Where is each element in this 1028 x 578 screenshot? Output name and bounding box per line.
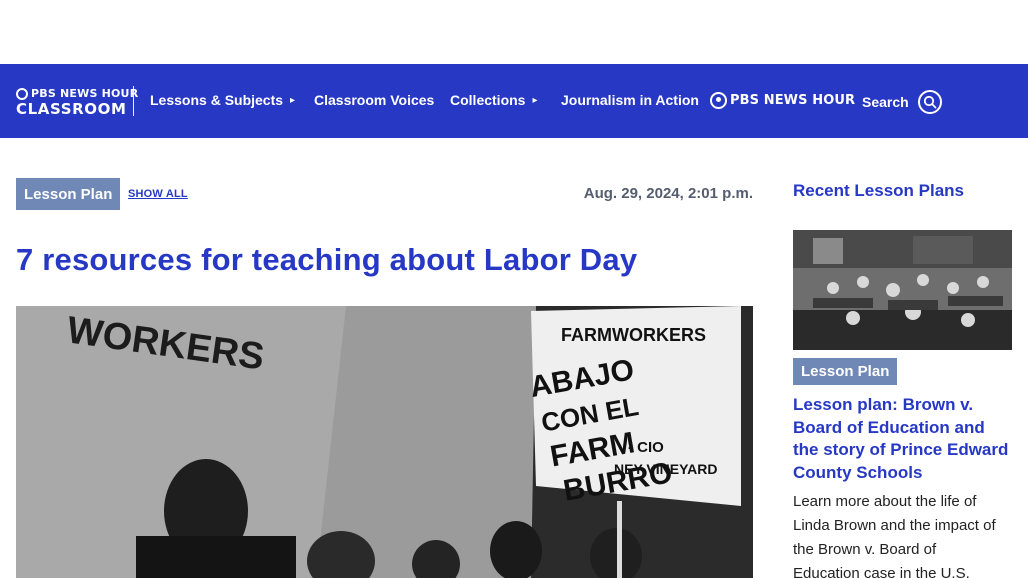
sidebar-title: Recent Lesson Plans: [793, 181, 965, 200]
lesson-thumbnail-image[interactable]: [793, 230, 1012, 350]
show-all-link[interactable]: SHOW ALL: [128, 188, 188, 200]
nav-collections[interactable]: Collections ▸: [450, 92, 538, 108]
search-button[interactable]: Search: [862, 90, 942, 114]
logo-top-text: PBS NEWS HOUR: [31, 87, 139, 100]
pbs-logo-icon: [16, 87, 28, 100]
article-title: 7 resources for teaching about Labor Day: [16, 242, 638, 277]
pbs-news-hour-logo[interactable]: PBS NEWS HOUR: [710, 92, 855, 109]
classroom-logo[interactable]: PBS NEWS HOUR CLASSROOM: [16, 87, 138, 117]
sign-small-1: - CIO: [628, 439, 664, 456]
sign-top-text: FARMWORKERS: [561, 325, 706, 345]
logo-divider: [133, 86, 134, 116]
sidebar-lesson-plan-tag[interactable]: Lesson Plan: [793, 358, 898, 385]
nav-lessons-subjects[interactable]: Lessons & Subjects ▸: [150, 92, 295, 108]
sidebar-lesson-description: Learn more about the life of Linda Brown…: [793, 493, 996, 578]
nav-classroom-voices[interactable]: Classroom Voices: [314, 92, 434, 108]
nav-journalism-label: Journalism in Action: [561, 92, 699, 108]
article-main: Lesson Plan SHOW ALL Aug. 29, 2024, 2:01…: [16, 178, 753, 277]
hero-image: WORKERS FARMWORKERS ABAJO CON EL FARM BU…: [16, 306, 753, 578]
search-label: Search: [862, 94, 909, 110]
partner-logo-text: PBS NEWS HOUR: [730, 93, 856, 108]
article-meta: Lesson Plan SHOW ALL Aug. 29, 2024, 2:01…: [16, 178, 753, 210]
nav-journalism-in-action[interactable]: Journalism in Action: [561, 92, 699, 108]
triangle-right-icon: ▸: [290, 94, 296, 106]
nav-collections-label: Collections: [450, 92, 526, 108]
main-navigation: PBS NEWS HOUR CLASSROOM Lessons & Subjec…: [0, 64, 1028, 138]
ad-banner-area: [0, 0, 1028, 64]
sign-small-2: NEY VINEYARD: [614, 461, 717, 477]
nav-voices-label: Classroom Voices: [314, 92, 435, 108]
logo-bottom-text: CLASSROOM: [16, 99, 127, 118]
pbs-logo-icon: [710, 92, 727, 109]
sidebar-lesson-heading[interactable]: Lesson plan: Brown v. Board of Education…: [793, 394, 1012, 484]
publish-date: Aug. 29, 2024, 2:01 p.m.: [583, 185, 753, 202]
triangle-right-icon: ▸: [532, 94, 538, 106]
lesson-plan-tag[interactable]: Lesson Plan: [16, 178, 121, 210]
search-icon: [917, 90, 942, 114]
nav-lessons-label: Lessons & Subjects: [150, 92, 284, 108]
